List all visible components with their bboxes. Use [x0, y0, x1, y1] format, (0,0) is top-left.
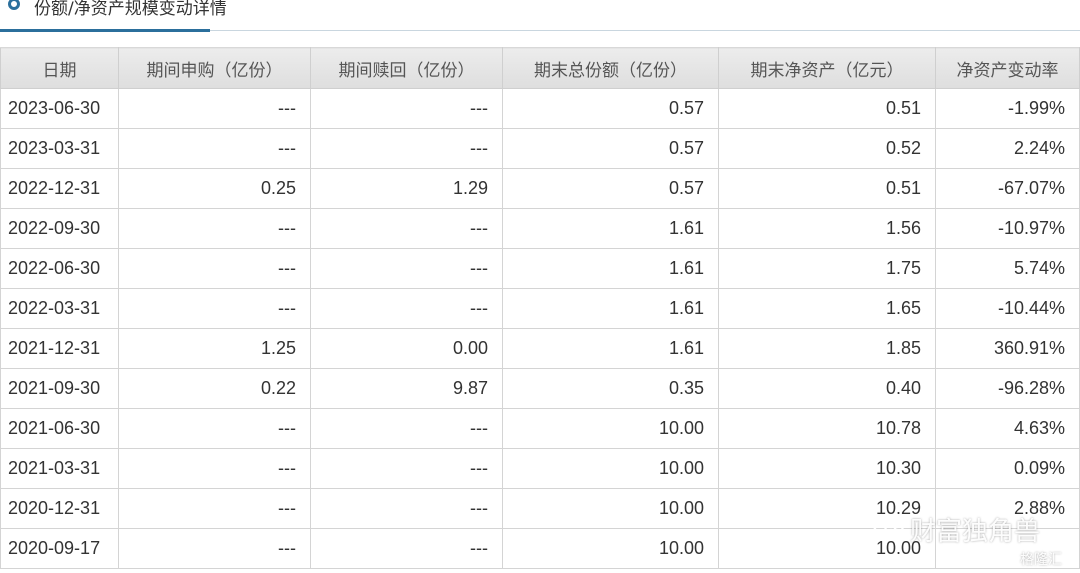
cell-net-assets: 1.56: [718, 208, 936, 249]
cell-net-asset-change: 2.24%: [935, 128, 1080, 169]
cell-net-asset-change: -1.99%: [935, 88, 1080, 129]
cell-subscription: ---: [118, 288, 311, 329]
cell-total-shares: 10.00: [502, 488, 719, 529]
cell-net-assets: 0.51: [718, 168, 936, 209]
cell-subscription: ---: [118, 128, 311, 169]
cell-net-assets: 10.29: [718, 488, 936, 529]
cell-total-shares: 0.57: [502, 168, 719, 209]
table-row: 2021-03-31 --- --- 10.00 10.30 0.09%: [0, 448, 1080, 489]
cell-date: 2022-09-30: [0, 208, 119, 249]
fund-share-detail-page: 份额/净资产规模变动详情 日期 期间申购（亿份） 期间赎回（亿份） 期末总份额（…: [0, 0, 1080, 573]
cell-subscription: 0.25: [118, 168, 311, 209]
table-header-row: 日期 期间申购（亿份） 期间赎回（亿份） 期末总份额（亿份） 期末净资产（亿元）…: [0, 47, 1080, 89]
cell-net-assets: 0.40: [718, 368, 936, 409]
cell-date: 2021-06-30: [0, 408, 119, 449]
section-title-underline: [0, 29, 210, 32]
cell-redemption: 9.87: [310, 368, 503, 409]
column-header-date[interactable]: 日期: [0, 47, 119, 89]
cell-total-shares: 10.00: [502, 528, 719, 569]
table-row: 2022-06-30 --- --- 1.61 1.75 5.74%: [0, 248, 1080, 289]
cell-subscription: ---: [118, 528, 311, 569]
cell-net-assets: 1.65: [718, 288, 936, 329]
circle-bullet-icon: [8, 0, 20, 10]
cell-net-asset-change: 5.74%: [935, 248, 1080, 289]
cell-net-asset-change: -10.97%: [935, 208, 1080, 249]
cell-net-assets: 10.00: [718, 528, 936, 569]
cell-total-shares: 0.35: [502, 368, 719, 409]
cell-net-assets: 1.75: [718, 248, 936, 289]
cell-net-assets: 0.51: [718, 88, 936, 129]
cell-redemption: ---: [310, 288, 503, 329]
cell-total-shares: 0.57: [502, 128, 719, 169]
table-row: 2020-12-31 --- --- 10.00 10.29 2.88%: [0, 488, 1080, 529]
table-row: 2021-12-31 1.25 0.00 1.61 1.85 360.91%: [0, 328, 1080, 369]
cell-redemption: 0.00: [310, 328, 503, 369]
cell-total-shares: 0.57: [502, 88, 719, 129]
cell-net-asset-change: -10.44%: [935, 288, 1080, 329]
cell-net-asset-change: 2.88%: [935, 488, 1080, 529]
cell-date: 2023-06-30: [0, 88, 119, 129]
table-row: 2023-03-31 --- --- 0.57 0.52 2.24%: [0, 128, 1080, 169]
cell-subscription: ---: [118, 248, 311, 289]
cell-date: 2020-09-17: [0, 528, 119, 569]
cell-redemption: ---: [310, 488, 503, 529]
cell-net-asset-change: -67.07%: [935, 168, 1080, 209]
cell-redemption: ---: [310, 408, 503, 449]
cell-total-shares: 10.00: [502, 448, 719, 489]
cell-date: 2021-09-30: [0, 368, 119, 409]
column-header-net-asset-change[interactable]: 净资产变动率: [935, 47, 1080, 89]
cell-total-shares: 1.61: [502, 248, 719, 289]
table-row: 2023-06-30 --- --- 0.57 0.51 -1.99%: [0, 88, 1080, 129]
cell-subscription: ---: [118, 448, 311, 489]
cell-date: 2021-12-31: [0, 328, 119, 369]
cell-date: 2023-03-31: [0, 128, 119, 169]
cell-date: 2020-12-31: [0, 488, 119, 529]
column-header-total-shares[interactable]: 期末总份额（亿份）: [502, 47, 719, 89]
cell-total-shares: 1.61: [502, 328, 719, 369]
cell-subscription: 1.25: [118, 328, 311, 369]
cell-redemption: ---: [310, 528, 503, 569]
cell-subscription: 0.22: [118, 368, 311, 409]
table-row: 2022-03-31 --- --- 1.61 1.65 -10.44%: [0, 288, 1080, 329]
table-row: 2021-09-30 0.22 9.87 0.35 0.40 -96.28%: [0, 368, 1080, 409]
section-header: 份额/净资产规模变动详情: [0, 0, 1080, 32]
cell-date: 2022-06-30: [0, 248, 119, 289]
cell-date: 2022-12-31: [0, 168, 119, 209]
cell-net-asset-change: 4.63%: [935, 408, 1080, 449]
table-row: 2022-12-31 0.25 1.29 0.57 0.51 -67.07%: [0, 168, 1080, 209]
section-title: 份额/净资产规模变动详情: [34, 0, 227, 19]
table-row: 2020-09-17 --- --- 10.00 10.00: [0, 528, 1080, 569]
cell-net-asset-change: 360.91%: [935, 328, 1080, 369]
column-header-subscription[interactable]: 期间申购（亿份）: [118, 47, 311, 89]
cell-redemption: ---: [310, 128, 503, 169]
cell-date: 2022-03-31: [0, 288, 119, 329]
cell-total-shares: 10.00: [502, 408, 719, 449]
cell-subscription: ---: [118, 88, 311, 129]
cell-net-asset-change: 0.09%: [935, 448, 1080, 489]
cell-net-asset-change: [935, 528, 1080, 569]
cell-net-assets: 0.52: [718, 128, 936, 169]
cell-date: 2021-03-31: [0, 448, 119, 489]
share-change-table: 日期 期间申购（亿份） 期间赎回（亿份） 期末总份额（亿份） 期末净资产（亿元）…: [0, 47, 1080, 569]
cell-redemption: ---: [310, 88, 503, 129]
column-header-net-assets[interactable]: 期末净资产（亿元）: [718, 47, 936, 89]
cell-subscription: ---: [118, 408, 311, 449]
cell-subscription: ---: [118, 208, 311, 249]
cell-redemption: ---: [310, 448, 503, 489]
table-row: 2021-06-30 --- --- 10.00 10.78 4.63%: [0, 408, 1080, 449]
cell-redemption: ---: [310, 208, 503, 249]
cell-total-shares: 1.61: [502, 288, 719, 329]
table-row: 2022-09-30 --- --- 1.61 1.56 -10.97%: [0, 208, 1080, 249]
cell-net-assets: 10.78: [718, 408, 936, 449]
cell-redemption: 1.29: [310, 168, 503, 209]
cell-total-shares: 1.61: [502, 208, 719, 249]
column-header-redemption[interactable]: 期间赎回（亿份）: [310, 47, 503, 89]
cell-redemption: ---: [310, 248, 503, 289]
cell-net-assets: 10.30: [718, 448, 936, 489]
cell-net-assets: 1.85: [718, 328, 936, 369]
cell-net-asset-change: -96.28%: [935, 368, 1080, 409]
cell-subscription: ---: [118, 488, 311, 529]
